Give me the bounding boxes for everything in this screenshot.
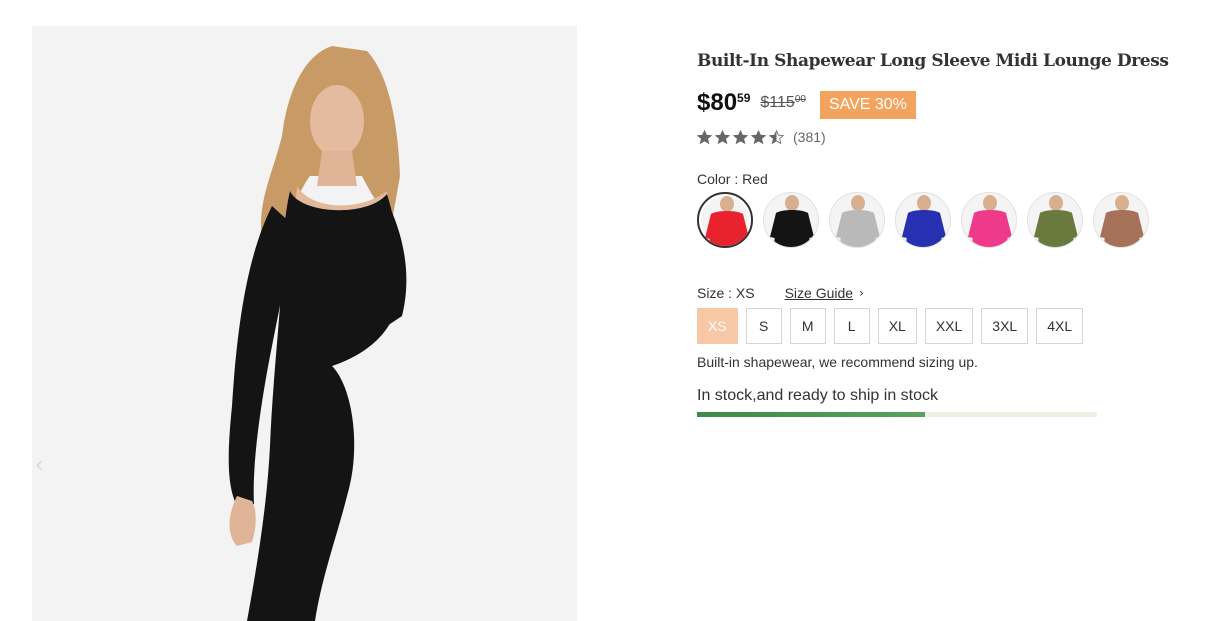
color-swatch-red[interactable] xyxy=(697,192,753,248)
size-option-l[interactable]: L xyxy=(833,308,870,344)
stock-progress-fill xyxy=(697,412,925,417)
color-swatch-gray[interactable] xyxy=(829,192,885,248)
size-option-xs[interactable]: XS xyxy=(697,308,738,344)
size-option-xxl[interactable]: XXL xyxy=(924,308,974,344)
save-badge: SAVE 30% xyxy=(819,91,916,119)
color-swatch-brown[interactable] xyxy=(1093,192,1149,248)
rating[interactable]: (381) xyxy=(697,129,826,145)
size-label: Size : XS xyxy=(697,285,755,301)
size-guide-link[interactable]: Size Guide xyxy=(785,285,853,301)
color-swatch-black[interactable] xyxy=(763,192,819,248)
color-swatch-pink[interactable] xyxy=(961,192,1017,248)
star-icon xyxy=(769,130,784,144)
product-image[interactable]: ‹ xyxy=(32,26,649,621)
original-price: $115 xyxy=(760,94,795,111)
original-price-cents: 00 xyxy=(794,94,806,105)
star-icon xyxy=(751,130,766,144)
color-swatch-blue[interactable] xyxy=(895,192,951,248)
size-row: Size : XS Size Guide › xyxy=(697,285,864,301)
review-count[interactable]: (381) xyxy=(793,129,826,145)
image-edge xyxy=(577,26,649,621)
size-options: XS S M L XL XXL 3XL 4XL xyxy=(697,308,1091,344)
sale-price: $80 xyxy=(697,89,738,116)
color-label: Color : Red xyxy=(697,171,768,187)
color-swatches xyxy=(697,192,1159,248)
price-row: $80 59 $115 00 SAVE 30% xyxy=(697,89,916,121)
chevron-right-icon[interactable]: › xyxy=(859,286,864,300)
size-option-4xl[interactable]: 4XL xyxy=(1036,308,1084,344)
product-title: Built-In Shapewear Long Sleeve Midi Loun… xyxy=(697,51,1169,71)
size-option-m[interactable]: M xyxy=(789,308,826,344)
dress-model-image xyxy=(228,46,407,621)
star-icon xyxy=(715,130,730,144)
star-rating xyxy=(697,130,787,144)
size-option-xl[interactable]: XL xyxy=(877,308,917,344)
stock-status: In stock,and ready to ship in stock xyxy=(697,387,939,404)
size-option-3xl[interactable]: 3XL xyxy=(981,308,1029,344)
star-icon xyxy=(697,130,712,144)
color-swatch-olive[interactable] xyxy=(1027,192,1083,248)
stock-progress-bar xyxy=(697,412,1097,417)
size-option-s[interactable]: S xyxy=(745,308,782,344)
sizing-note: Built-in shapewear, we recommend sizing … xyxy=(697,354,978,370)
star-icon xyxy=(733,130,748,144)
chevron-left-icon[interactable]: ‹ xyxy=(32,451,46,481)
sale-price-cents: 59 xyxy=(737,91,751,105)
